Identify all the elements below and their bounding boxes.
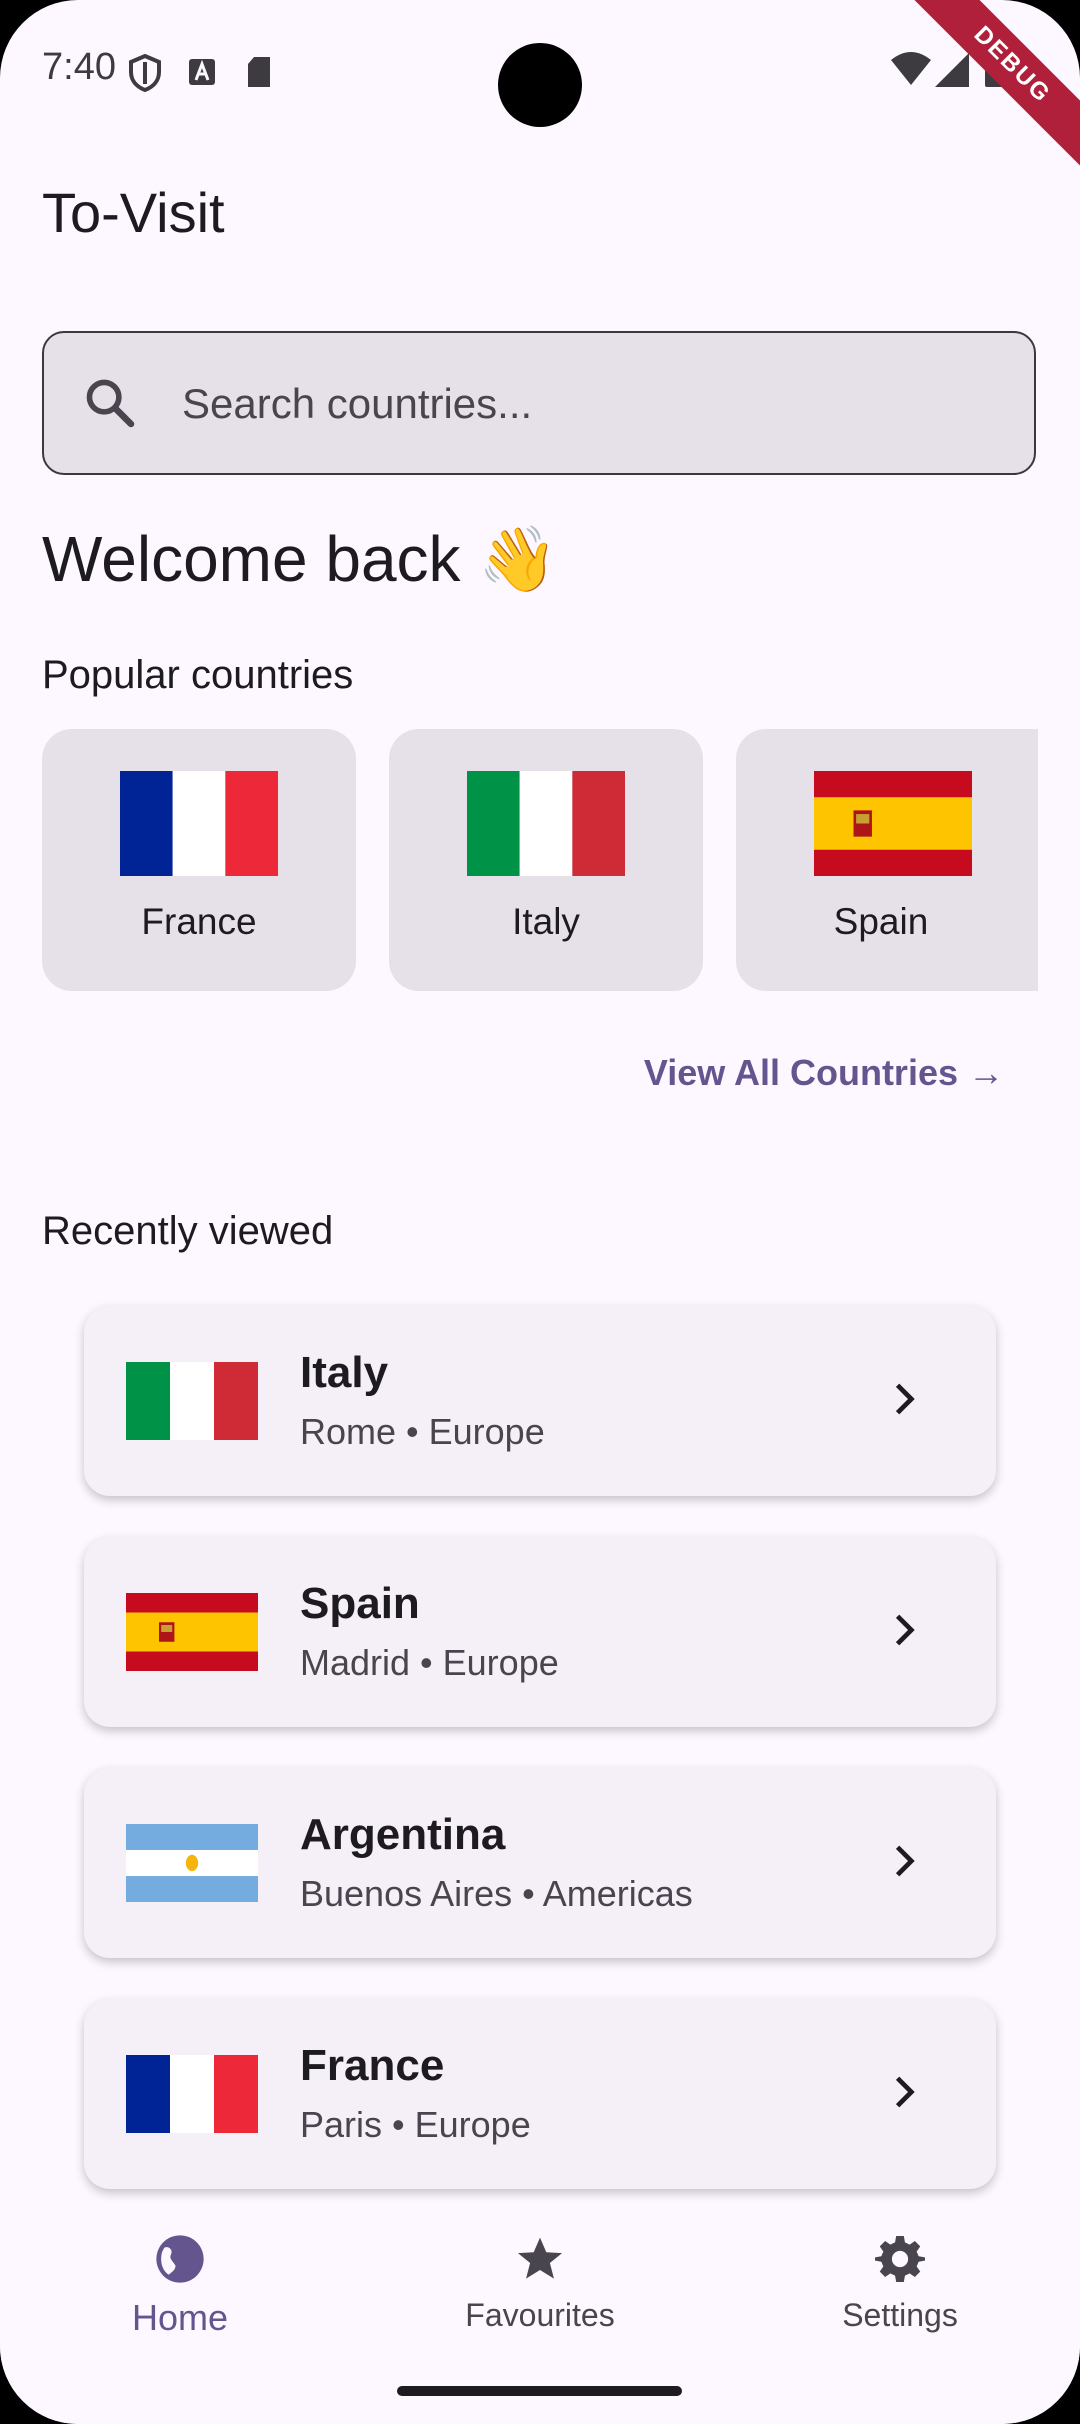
italy-flag-icon [467,771,625,876]
popular-card-label: France [141,901,257,942]
recent-section-title: Recently viewed [42,1209,334,1253]
font-download-icon [189,59,215,85]
globe-icon [156,2235,204,2283]
search-input[interactable] [180,333,1004,475]
app-title: To-Visit [42,181,225,244]
status-time: 7:40 [42,46,116,88]
recent-item-france[interactable]: France Paris • Europe [84,1999,996,2189]
popular-card-spain[interactable]: Spain [736,729,1038,991]
gear-icon [875,2236,925,2282]
app-screen: 7:40 DEBUG To-Visit Welcome back 👋 Popul… [0,0,1080,2424]
recent-item-name: Italy [300,1348,389,1397]
shield-icon [129,54,161,92]
nav-settings[interactable]: Settings [800,2232,1000,2334]
chevron-right-icon [895,2076,915,2108]
signal-icon [935,53,969,87]
recent-item-name: Spain [300,1579,420,1628]
italy-flag-icon [126,1362,258,1440]
spain-flag-icon [126,1593,258,1671]
recent-item-subtitle: Madrid • Europe [300,1642,559,1683]
popular-card-label: Italy [512,901,580,942]
argentina-flag-icon [126,1824,258,1902]
recent-item-subtitle: Rome • Europe [300,1411,545,1452]
sd-card-icon [248,57,270,87]
chevron-right-icon [895,1614,915,1646]
spain-flag-icon [814,771,972,876]
view-all-countries-link[interactable]: View All Countries → [644,1052,1004,1094]
popular-card-italy[interactable]: Italy [389,729,703,991]
popular-section-title: Popular countries [42,653,354,697]
wifi-icon [891,52,931,85]
recent-item-subtitle: Buenos Aires • Americas [300,1873,693,1914]
recent-item-name: France [300,2041,445,2090]
nav-settings-label: Settings [842,2297,958,2333]
france-flag-icon [120,771,278,876]
nav-home-label: Home [131,2297,229,2338]
chevron-right-icon [895,1383,915,1415]
nav-favourites[interactable]: Favourites [440,2232,640,2334]
search-bar[interactable] [42,331,1036,475]
star-icon [517,2237,563,2279]
popular-card-label: Spain [833,901,929,942]
home-indicator[interactable] [397,2386,682,2396]
recent-item-subtitle: Paris • Europe [300,2104,531,2145]
welcome-heading: Welcome back 👋 [42,523,558,595]
recent-item-italy[interactable]: Italy Rome • Europe [84,1306,996,1496]
recent-item-name: Argentina [300,1810,506,1859]
search-icon [86,379,135,428]
recent-item-spain[interactable]: Spain Madrid • Europe [84,1537,996,1727]
camera-cutout [498,43,582,127]
nav-home[interactable]: Home [80,2232,280,2339]
nav-favourites-label: Favourites [465,2297,615,2333]
chevron-right-icon [895,1845,915,1877]
france-flag-icon [126,2055,258,2133]
recent-item-argentina[interactable]: Argentina Buenos Aires • Americas [84,1768,996,1958]
popular-card-france[interactable]: France [42,729,356,991]
